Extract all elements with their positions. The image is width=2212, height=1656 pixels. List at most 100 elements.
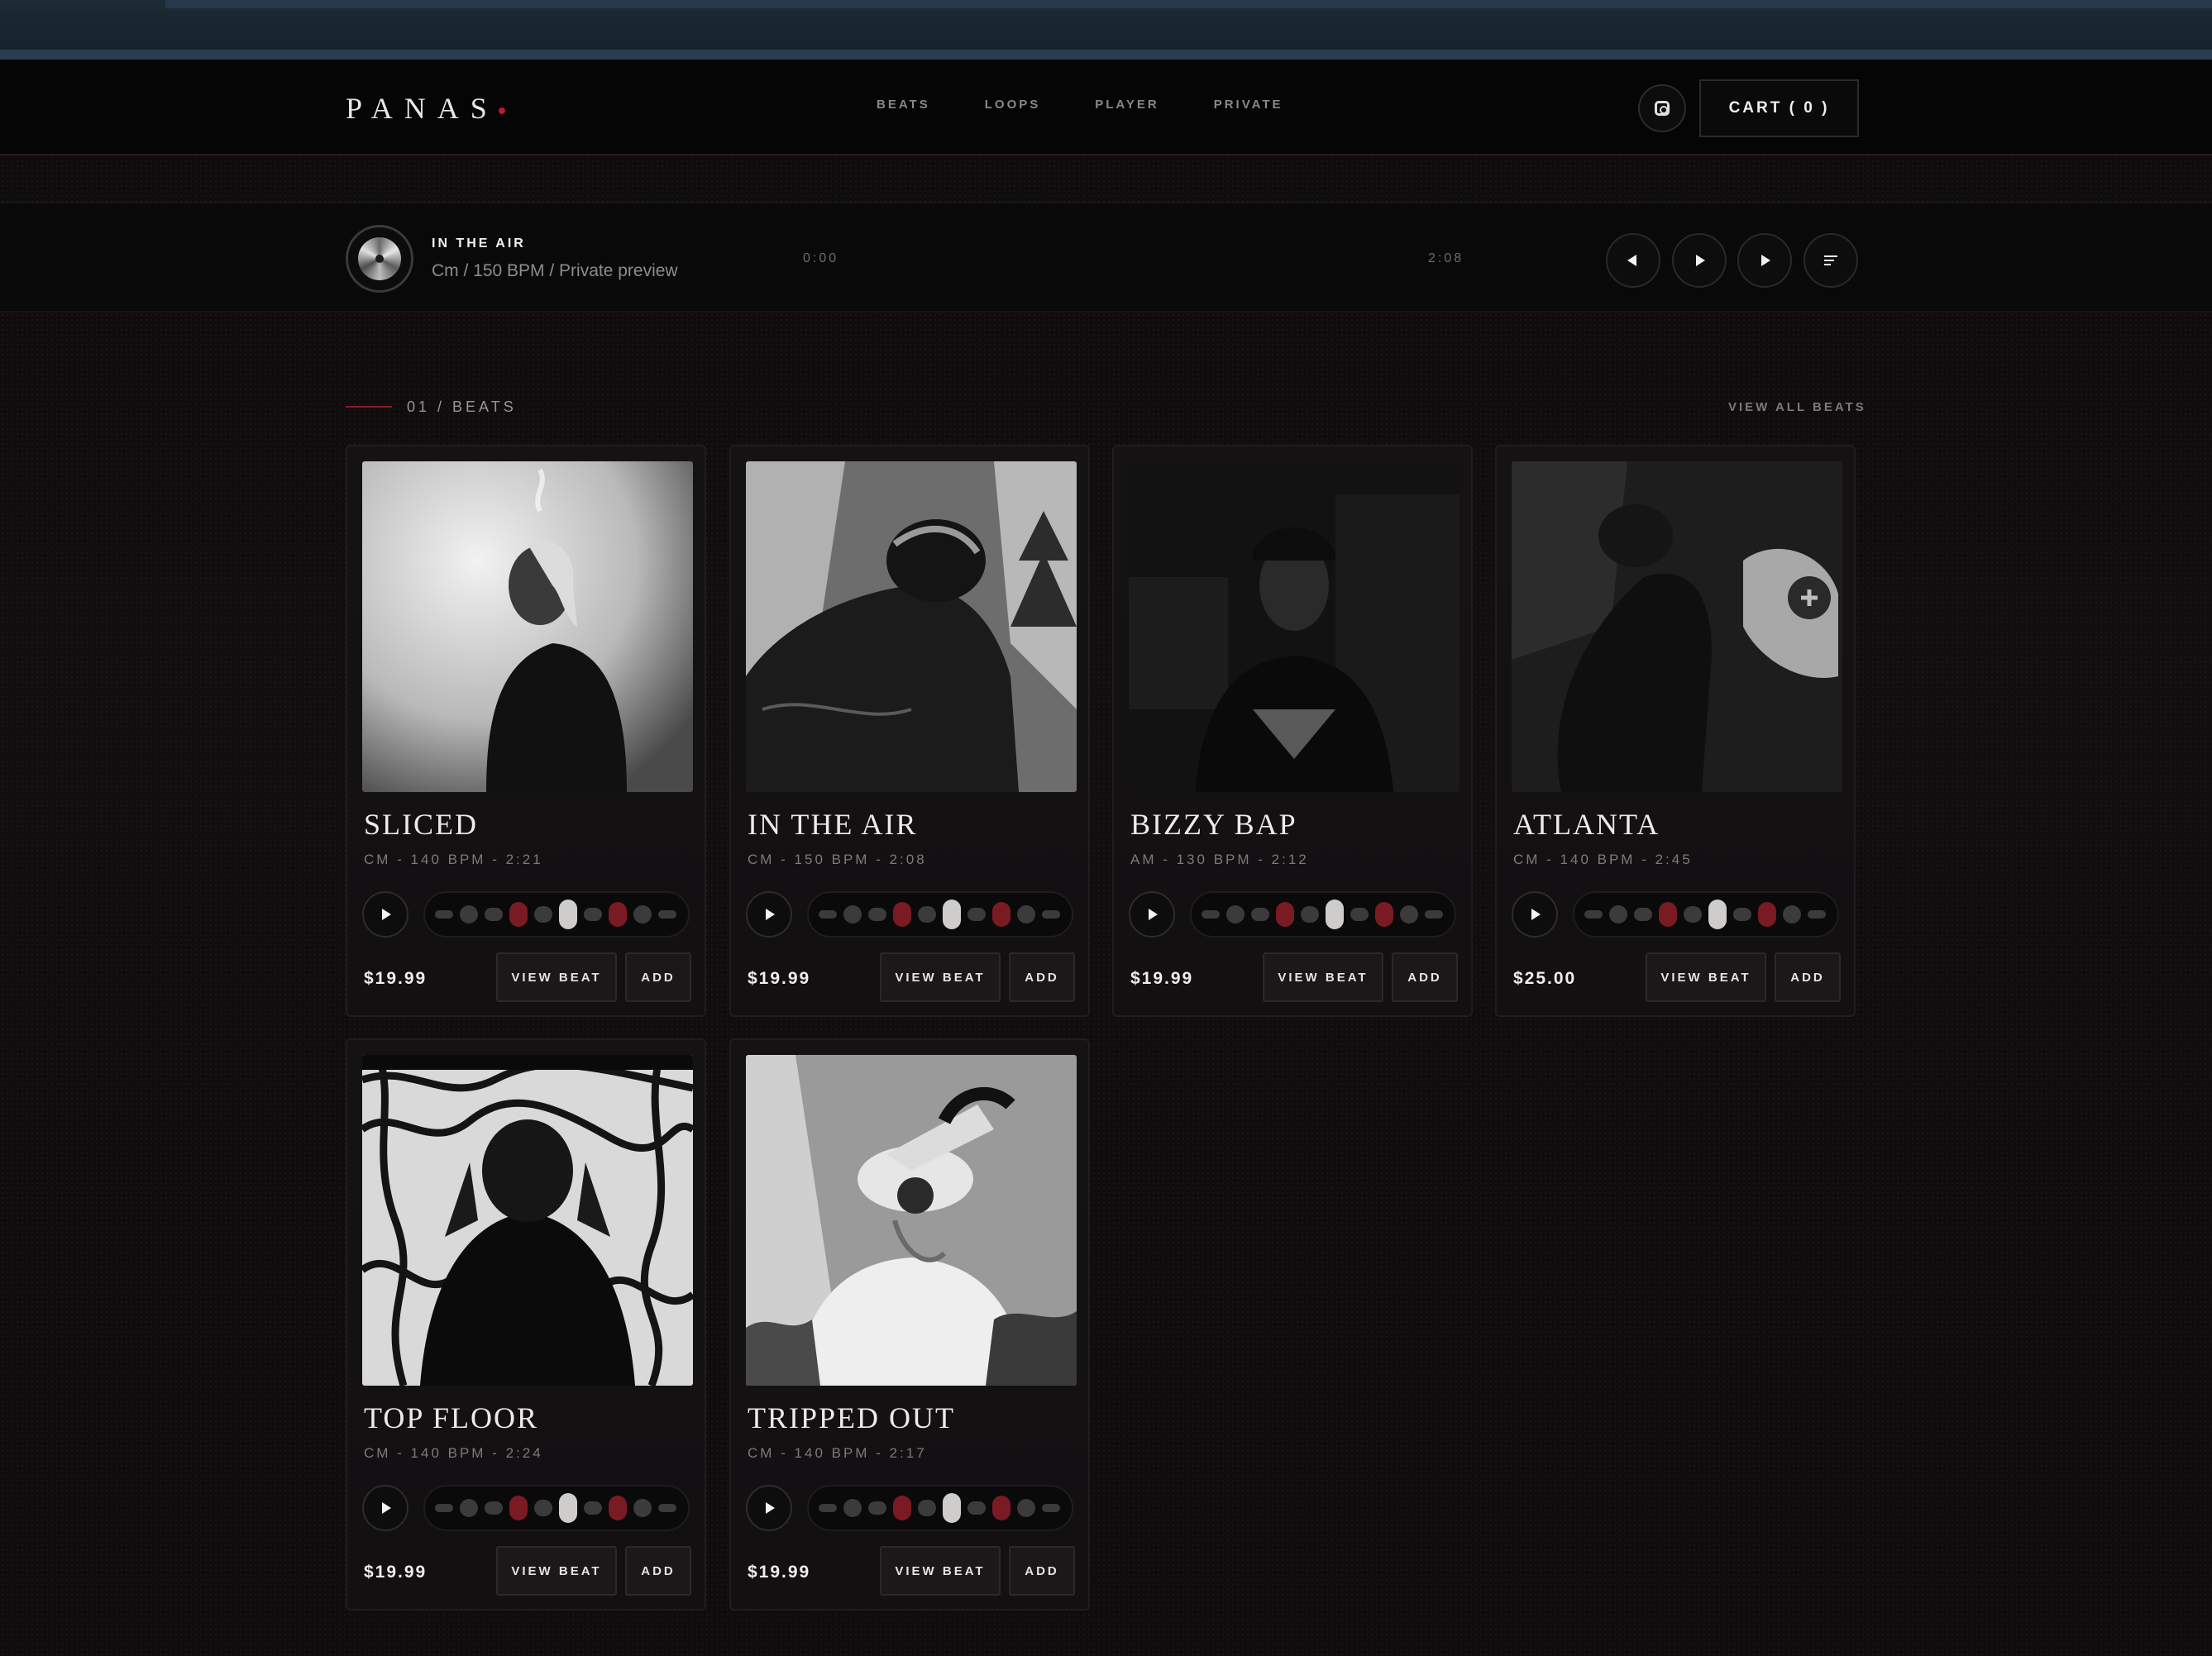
waveform[interactable] [423, 891, 690, 938]
view-beat-button[interactable]: VIEW BEAT [496, 952, 617, 1002]
browser-top-strip [0, 0, 2212, 60]
brand-logo[interactable]: PANAS [346, 91, 499, 126]
beat-price: $25.00 [1513, 969, 1577, 988]
waveform-bar [943, 1493, 961, 1523]
waveform[interactable] [423, 1485, 690, 1531]
beat-price: $19.99 [364, 969, 428, 988]
nav-item-beats[interactable]: BEATS [877, 98, 930, 112]
beat-card-top-floor: TOP FLOOR CM - 140 BPM - 2:24 $19.99 VIE… [346, 1038, 706, 1611]
beat-meta: AM - 130 BPM - 2:12 [1130, 852, 1309, 867]
waveform-bar [843, 1499, 862, 1517]
waveform-bar [843, 905, 862, 923]
nav-item-player[interactable]: PLAYER [1095, 98, 1159, 112]
waveform-bar [609, 1496, 627, 1520]
beat-play-button[interactable] [362, 891, 408, 938]
view-beat-button[interactable]: VIEW BEAT [1646, 952, 1766, 1002]
now-playing-meta: Cm / 150 BPM / Private preview [432, 261, 678, 280]
waveform-bar [819, 910, 837, 919]
time-elapsed: 0:00 [803, 251, 839, 265]
waveform-bar [1659, 902, 1677, 927]
waveform[interactable] [1573, 891, 1839, 938]
view-all-beats-link[interactable]: VIEW ALL BEATS [1728, 400, 1866, 414]
beat-title[interactable]: TRIPPED OUT [748, 1401, 955, 1435]
waveform[interactable] [807, 1485, 1073, 1531]
waveform-bar [509, 1496, 528, 1520]
waveform-bar [1251, 908, 1269, 921]
waveform-bar [992, 902, 1010, 927]
beat-title[interactable]: TOP FLOOR [364, 1401, 538, 1435]
beat-cover-image[interactable] [1129, 461, 1460, 792]
waveform-bar [658, 1504, 676, 1512]
add-to-cart-button[interactable]: ADD [625, 1546, 691, 1596]
add-to-cart-button[interactable]: ADD [1392, 952, 1458, 1002]
view-beat-button[interactable]: VIEW BEAT [880, 1546, 1001, 1596]
waveform[interactable] [807, 891, 1073, 938]
next-icon [1761, 255, 1770, 266]
waveform-bar [584, 908, 602, 921]
queue-button[interactable] [1804, 233, 1858, 288]
waveform-bar [1634, 908, 1652, 921]
beat-play-button[interactable] [1512, 891, 1558, 938]
add-to-cart-button[interactable]: ADD [1775, 952, 1841, 1002]
view-beat-button[interactable]: VIEW BEAT [1263, 952, 1383, 1002]
add-to-cart-button[interactable]: ADD [625, 952, 691, 1002]
beat-cover-image[interactable] [362, 461, 693, 792]
waveform-bar [609, 902, 627, 927]
view-beat-button[interactable]: VIEW BEAT [880, 952, 1001, 1002]
now-playing-title: IN THE AIR [432, 236, 526, 251]
beat-title[interactable]: BIZZY BAP [1130, 807, 1297, 842]
play-icon [382, 909, 391, 920]
beat-card-sliced: SLICED CM - 140 BPM - 2:21 $19.99 VIEW B… [346, 445, 706, 1017]
cart-button[interactable]: CART ( 0 ) [1699, 79, 1859, 137]
waveform-bar [992, 1496, 1010, 1520]
waveform-bar [868, 908, 886, 921]
view-beat-button[interactable]: VIEW BEAT [496, 1546, 617, 1596]
waveform-bar [485, 1501, 503, 1515]
waveform-bar [1226, 905, 1245, 923]
beat-play-button[interactable] [746, 891, 792, 938]
waveform-bar [967, 1501, 986, 1515]
waveform-bar [1301, 906, 1319, 923]
beat-title[interactable]: SLICED [364, 807, 478, 842]
now-playing-bar: IN THE AIR Cm / 150 BPM / Private previe… [0, 202, 2212, 313]
waveform-bar [1733, 908, 1751, 921]
beat-meta: CM - 150 BPM - 2:08 [748, 852, 927, 867]
top-strip-line [0, 50, 2212, 60]
nav-item-private[interactable]: PRIVATE [1214, 98, 1283, 112]
waveform[interactable] [1190, 891, 1456, 938]
nav-item-loops[interactable]: LOOPS [985, 98, 1041, 112]
waveform-bar [1276, 902, 1294, 927]
beat-meta: CM - 140 BPM - 2:17 [748, 1445, 927, 1461]
instagram-button[interactable] [1638, 84, 1686, 132]
waveform-bar [1202, 910, 1220, 919]
waveform-bar [893, 1496, 911, 1520]
beat-title[interactable]: IN THE AIR [748, 807, 917, 842]
add-to-cart-button[interactable]: ADD [1009, 1546, 1075, 1596]
play-button[interactable] [1672, 233, 1727, 288]
beat-play-button[interactable] [1129, 891, 1175, 938]
previous-button[interactable] [1606, 233, 1660, 288]
beat-title[interactable]: ATLANTA [1513, 807, 1660, 842]
beat-cover-image[interactable] [1512, 461, 1842, 792]
waveform-bar [1758, 902, 1776, 927]
waveform-bar [1375, 902, 1393, 927]
beat-cover-image[interactable] [362, 1055, 693, 1386]
waveform-bar [1783, 905, 1801, 923]
prev-icon [1627, 255, 1636, 266]
waveform-bar [1042, 910, 1060, 919]
beat-cover-image[interactable] [746, 1055, 1077, 1386]
beat-price: $19.99 [748, 1563, 811, 1582]
beat-card-bizzy-bap: BIZZY BAP AM - 130 BPM - 2:12 $19.99 VIE… [1112, 445, 1473, 1017]
beat-meta: CM - 140 BPM - 2:21 [364, 852, 543, 867]
add-to-cart-button[interactable]: ADD [1009, 952, 1075, 1002]
beat-cover-image[interactable] [746, 461, 1077, 792]
waveform-bar [1326, 900, 1344, 929]
beat-play-button[interactable] [746, 1485, 792, 1531]
waveform-bar [534, 1500, 552, 1516]
beat-price: $19.99 [364, 1563, 428, 1582]
beat-play-button[interactable] [362, 1485, 408, 1531]
site-header: PANAS BEATS LOOPS PLAYER PRIVATE CART ( … [0, 60, 2212, 155]
waveform-bar [1808, 910, 1826, 919]
next-button[interactable] [1737, 233, 1792, 288]
waveform-bar [435, 910, 453, 919]
